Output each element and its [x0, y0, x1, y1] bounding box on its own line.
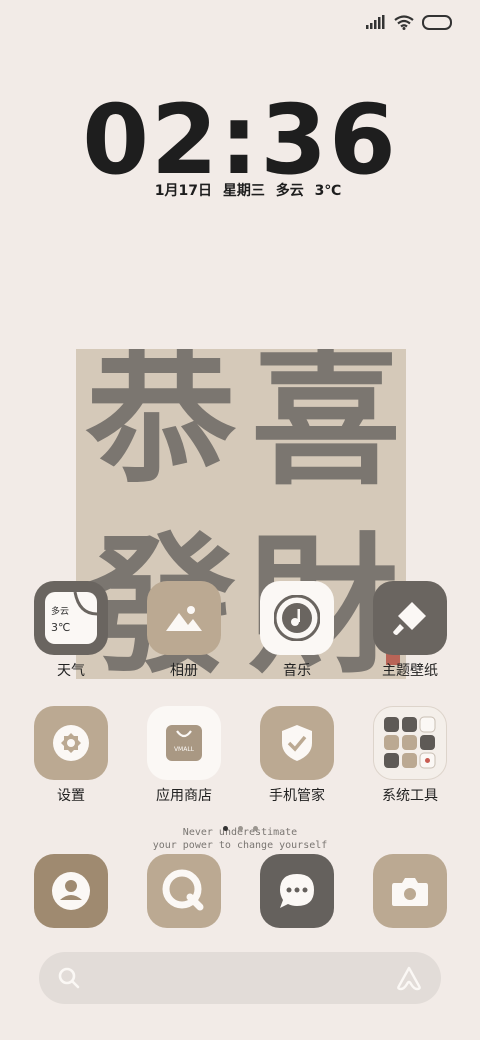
- art-glyph: 恭: [86, 349, 237, 504]
- app-label: 音乐: [283, 663, 311, 679]
- app-label: 设置: [57, 788, 85, 804]
- wifi-icon: [394, 14, 414, 30]
- weather-widget-icon: 多云 3℃: [34, 581, 108, 655]
- app-gallery[interactable]: 相册: [147, 581, 221, 680]
- mountain-photo-icon: [147, 581, 221, 655]
- gear-icon: [34, 706, 108, 780]
- dock-messages[interactable]: [260, 854, 334, 928]
- dock-camera[interactable]: [373, 854, 447, 928]
- dock-contacts[interactable]: [34, 854, 108, 928]
- status-bar: [366, 12, 452, 32]
- motto-line-2: your power to change yourself: [152, 840, 328, 851]
- app-phone-manager[interactable]: 手机管家: [260, 706, 334, 805]
- app-music[interactable]: 音乐: [260, 581, 334, 680]
- shield-check-icon: [260, 706, 334, 780]
- page-dot[interactable]: [252, 826, 258, 831]
- music-disc-icon: [260, 581, 334, 655]
- paint-brush-icon: [373, 581, 447, 655]
- folder-grid-icon: [373, 706, 447, 780]
- app-label: 手机管家: [269, 788, 325, 804]
- app-label: 相册: [170, 663, 198, 679]
- vmall-badge: VMALL: [173, 746, 195, 753]
- lock-date-weather: 1月17日 星期三 多云 3℃: [154, 183, 342, 199]
- page-dot-active[interactable]: [222, 826, 228, 831]
- page-dot[interactable]: [237, 826, 243, 831]
- app-label: 应用商店: [156, 788, 212, 804]
- signal-icon: [366, 15, 385, 29]
- app-label: 主题壁纸: [382, 663, 438, 679]
- app-store[interactable]: VMALL 应用商店: [147, 706, 221, 805]
- search-bar[interactable]: [39, 952, 441, 1004]
- dock-browser[interactable]: [147, 854, 221, 928]
- camera-icon: [373, 854, 447, 928]
- app-themes[interactable]: 主题壁纸: [373, 581, 447, 680]
- app-weather[interactable]: 多云 3℃ 天气: [34, 581, 108, 680]
- calligraphy-artwork: 恭 喜 發 財: [76, 349, 406, 679]
- search-icon: [58, 967, 80, 989]
- contacts-icon: [34, 854, 108, 928]
- art-glyph: 喜: [251, 349, 402, 506]
- app-label: 天气: [57, 663, 85, 679]
- app-system-tools[interactable]: 系统工具: [373, 706, 447, 805]
- app-settings[interactable]: 设置: [34, 706, 108, 805]
- message-icon: [260, 854, 334, 928]
- lock-clock[interactable]: 02:36: [0, 92, 480, 188]
- shopping-bag-icon: VMALL: [147, 706, 221, 780]
- widget-condition: 多云: [51, 607, 70, 617]
- app-label: 系统工具: [382, 788, 438, 804]
- assistant-icon[interactable]: [395, 964, 423, 992]
- page-indicator[interactable]: [0, 826, 480, 831]
- browser-icon: [147, 854, 221, 928]
- battery-icon: [422, 14, 452, 30]
- widget-temp: 3℃: [51, 621, 71, 634]
